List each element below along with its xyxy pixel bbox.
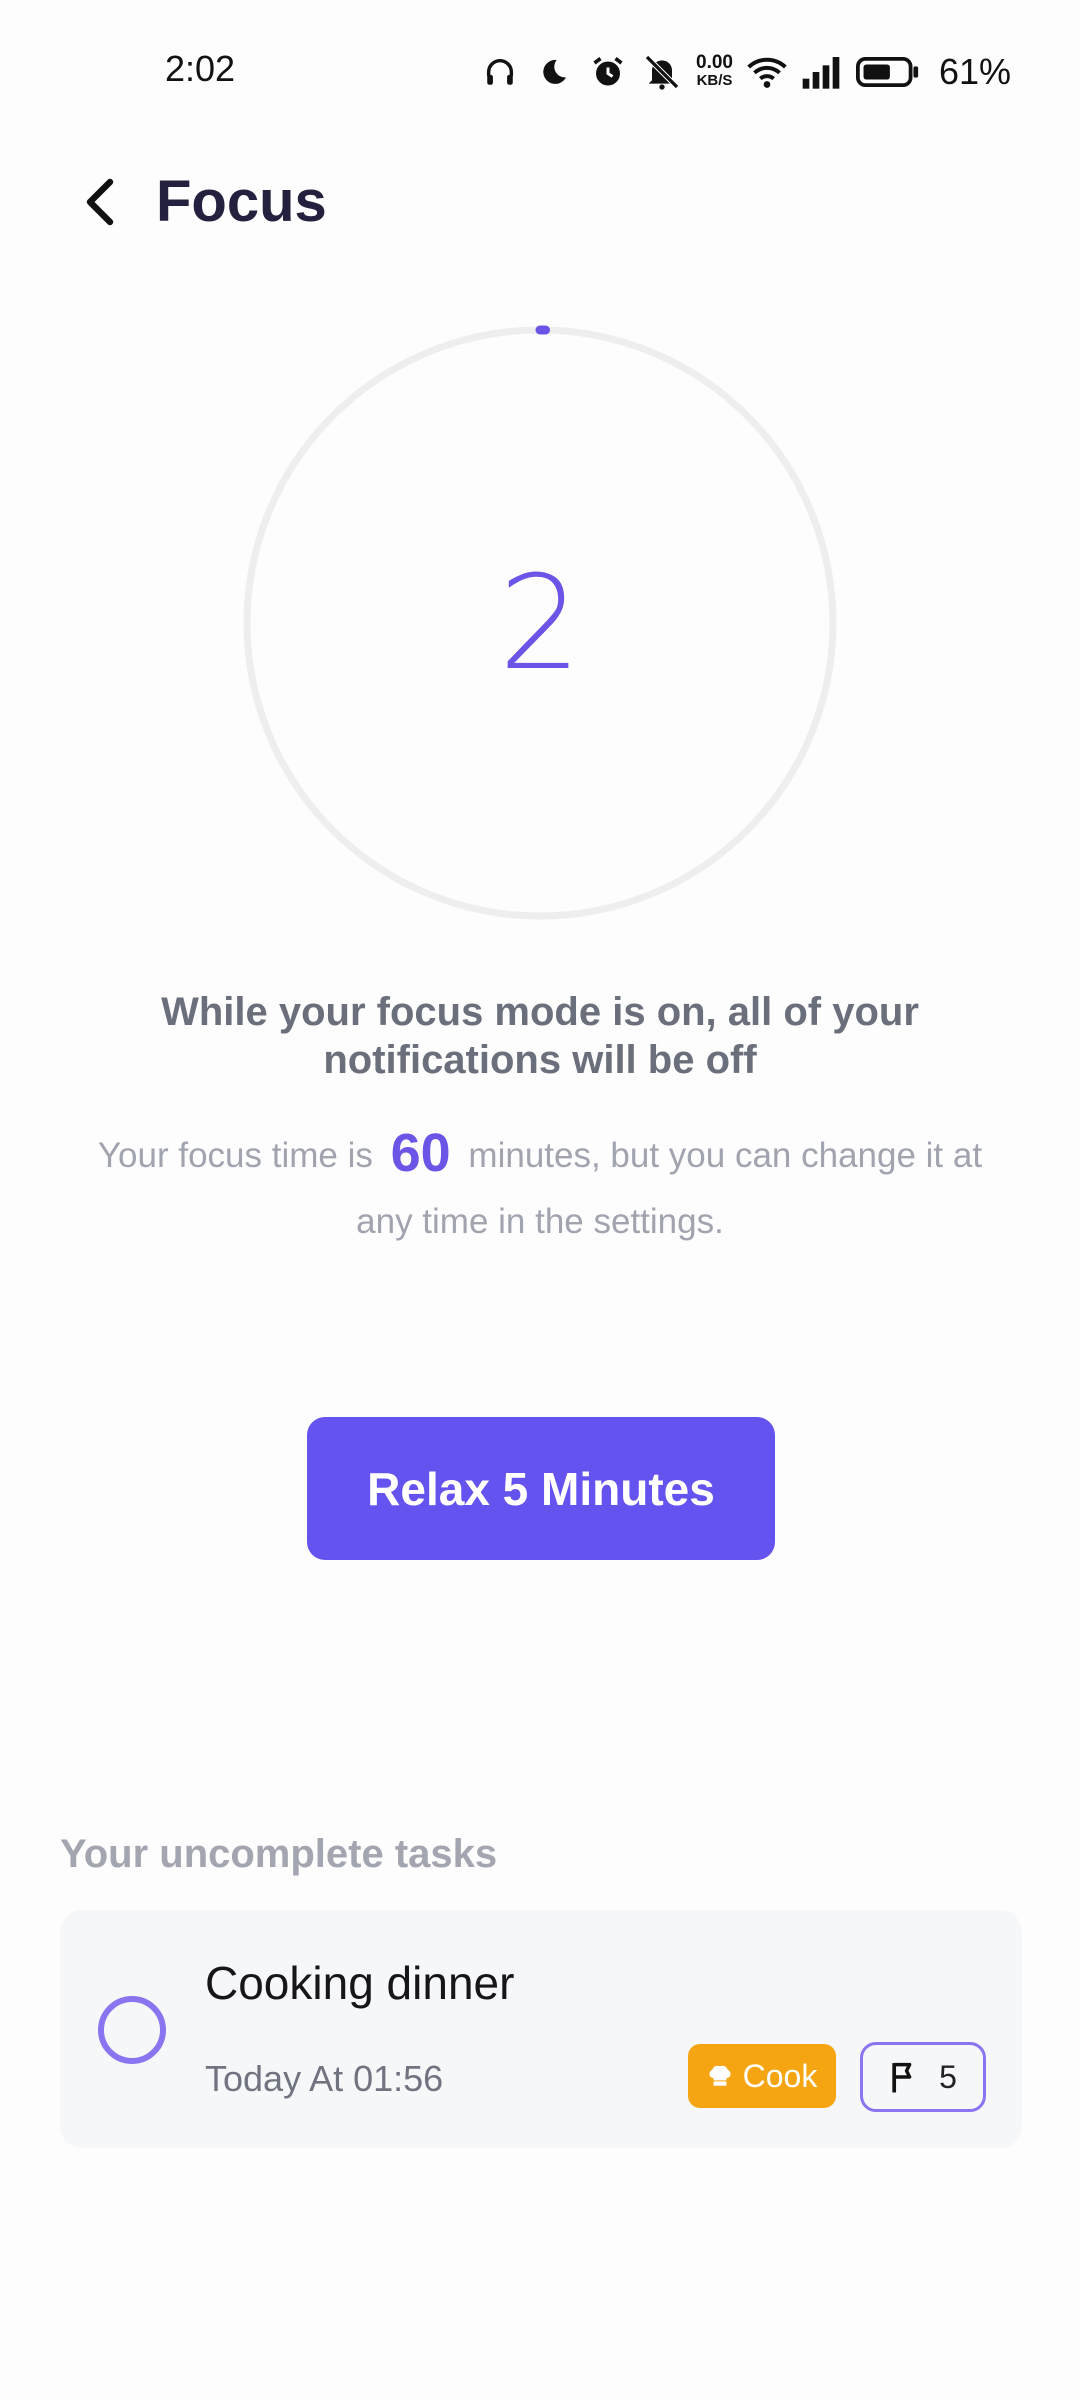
battery-icon: [855, 52, 921, 92]
task-title: Cooking dinner: [205, 1957, 515, 2009]
status-icons: 0.00 KB/S 61%: [480, 48, 1011, 96]
task-complete-checkbox[interactable]: [98, 1996, 166, 2064]
task-card[interactable]: Cooking dinner Today At 01:56 Cook 5: [60, 1910, 1022, 2148]
flag-icon: [892, 2062, 912, 2093]
focus-message-title: While your focus mode is on, all of your…: [161, 990, 919, 1082]
task-priority-value: 5: [939, 2058, 957, 2095]
chevron-left-icon: [86, 178, 114, 226]
tasks-heading: Your uncomplete tasks: [60, 1832, 498, 1876]
relax-button[interactable]: Relax 5 Minutes: [307, 1417, 775, 1560]
wifi-icon: [747, 52, 787, 92]
net-speed: 0.00 KB/S: [696, 52, 733, 90]
focus-minutes: 60: [390, 1123, 451, 1183]
headphones-icon: [480, 52, 520, 92]
status-time: 2:02: [165, 48, 236, 89]
mute-icon: [642, 52, 682, 92]
chef-hat-icon: [709, 2065, 731, 2086]
focus-message-prefix: Your focus time is: [97, 1136, 373, 1175]
focus-screen: 2:02 0.00 KB/S 61% Focus 2 While your fo…: [0, 0, 1080, 2400]
status-bar: 2:02 0.00 KB/S 61%: [0, 0, 1080, 140]
timer-value: 2: [498, 547, 582, 699]
header: Focus: [0, 160, 1080, 250]
task-category-tag[interactable]: Cook: [688, 2044, 836, 2108]
task-time: Today At 01:56: [205, 2058, 444, 2099]
moon-icon: [534, 52, 574, 92]
alarm-icon: [588, 52, 628, 92]
back-button[interactable]: [70, 172, 130, 232]
focus-timer: 2: [240, 323, 840, 923]
signal-icon: [801, 52, 841, 92]
battery-percent: 61%: [938, 51, 1012, 92]
task-priority-tag[interactable]: 5: [860, 2042, 986, 2112]
focus-message-body: Your focus time is 60 minutes, but you c…: [80, 1120, 1000, 1255]
page-title: Focus: [156, 169, 327, 234]
task-category-label: Cook: [742, 2057, 818, 2094]
net-speed-value: 0.00: [696, 52, 733, 73]
net-speed-unit: KB/S: [696, 72, 733, 89]
